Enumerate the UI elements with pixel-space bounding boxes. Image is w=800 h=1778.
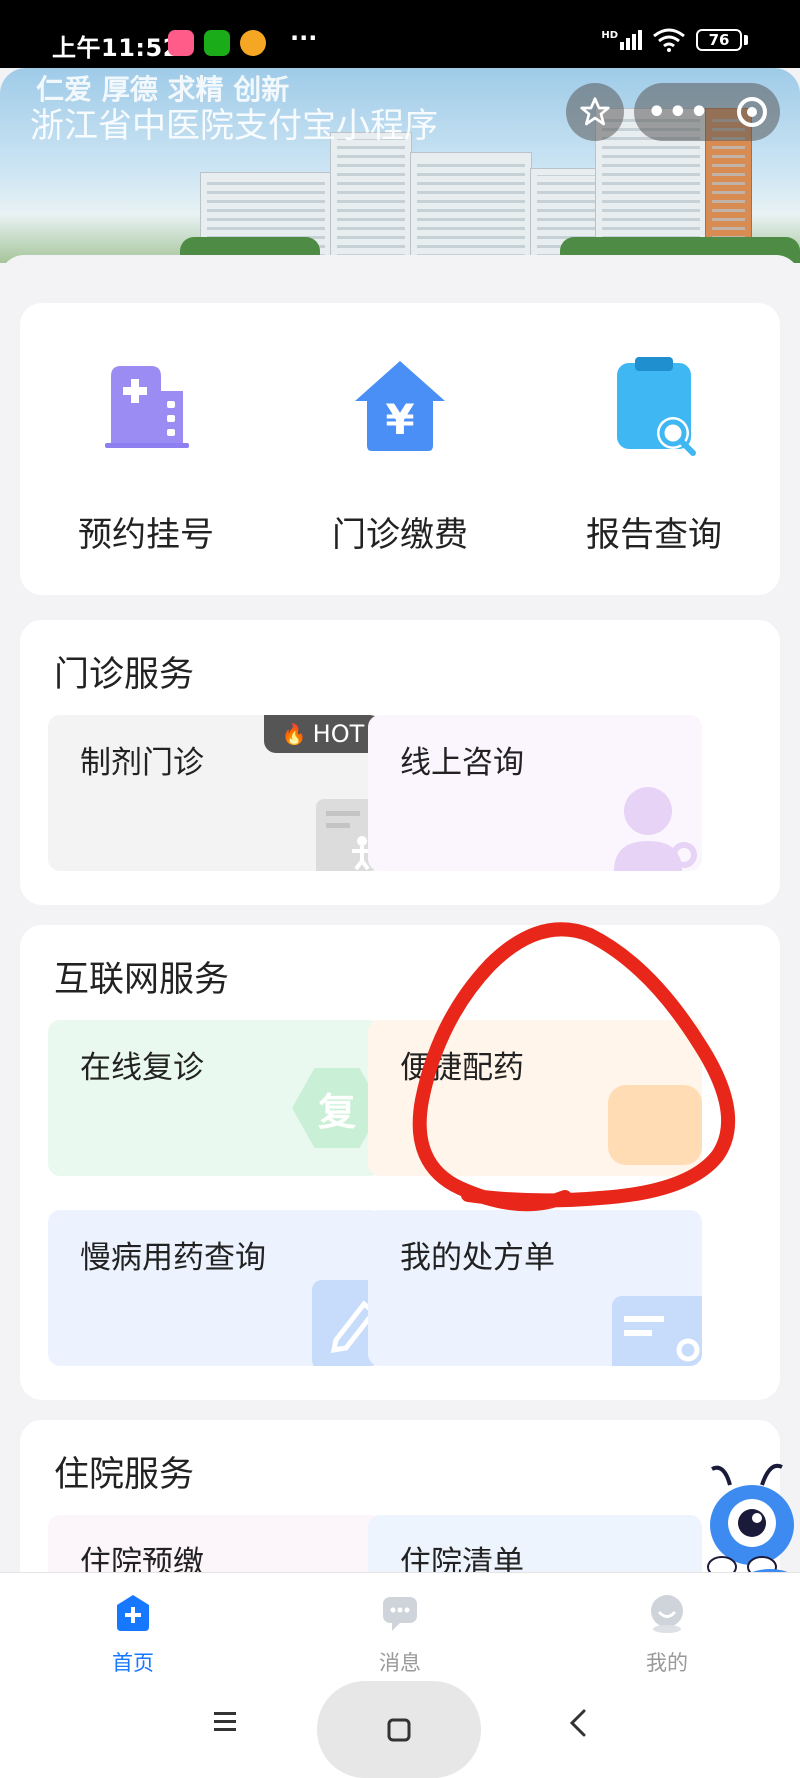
section-title-inpatient: 住院服务 — [54, 1455, 195, 1495]
more-notifications-icon: ··· — [290, 24, 318, 52]
tab-home[interactable]: 首页 — [73, 1593, 193, 1677]
outpatient-payment-label: 门诊缴费 — [332, 515, 468, 555]
hospital-banner: 仁爱 厚德 求精 创新 浙江省中医院支付宝小程序 ••• — [0, 68, 800, 263]
status-bar: 上午11:52 ··· HD 76 — [0, 0, 800, 68]
close-dot-icon — [746, 107, 757, 117]
bottom-tab-bar: 首页 消息 我的 — [0, 1572, 800, 1682]
wechat-icon — [204, 30, 230, 56]
home-button[interactable] — [317, 1681, 481, 1778]
profile-icon — [651, 1595, 683, 1633]
internet-services-card: 互联网服务 在线复诊 复 便捷配药 慢病用药查询 我的处方单 — [20, 925, 780, 1400]
mini-program-capsule: ••• — [566, 83, 780, 141]
more-options-button[interactable]: ••• — [647, 95, 711, 130]
chronic-medication-query-label: 慢病用药查询 — [80, 1240, 266, 1276]
quick-actions-card: 预约挂号 ¥ 门诊缴费 报告查询 — [20, 303, 780, 595]
online-revisit-tile[interactable]: 在线复诊 复 — [48, 1020, 382, 1176]
home-square-icon — [387, 1718, 411, 1741]
report-query-label: 报告查询 — [586, 515, 722, 555]
svg-text:¥: ¥ — [385, 395, 414, 444]
my-prescriptions-label: 我的处方单 — [400, 1240, 555, 1276]
hot-badge-label: HOT — [312, 720, 365, 748]
section-title-internet: 互联网服务 — [54, 960, 230, 1000]
inpatient-bill-list-label: 住院清单 — [400, 1545, 524, 1572]
outpatient-services-card: 门诊服务 制剂门诊 🔥 HOT 线上咨询 — [20, 620, 780, 905]
quick-dispensing-label: 便捷配药 — [400, 1050, 524, 1086]
weibo-icon — [240, 30, 266, 56]
online-consultation-label: 线上咨询 — [400, 745, 524, 781]
section-title-outpatient: 门诊服务 — [54, 655, 195, 695]
inpatient-prepayment-tile[interactable]: 住院预缴 — [48, 1515, 382, 1572]
wifi-icon — [653, 28, 685, 52]
message-icon — [383, 1597, 417, 1631]
tab-profile-label: 我的 — [646, 1651, 688, 1675]
online-revisit-label: 在线复诊 — [80, 1050, 204, 1086]
preparation-clinic-label: 制剂门诊 — [80, 745, 204, 781]
doctor-avatar-icon — [614, 787, 697, 871]
revisit-hexagon-label: 复 — [317, 1089, 356, 1134]
recent-apps-icon[interactable] — [212, 1709, 238, 1733]
main-content: 预约挂号 ¥ 门诊缴费 报告查询 门诊服务 制剂门诊 🔥 HOT 线上咨询 互联… — [0, 255, 800, 1572]
tab-messages[interactable]: 消息 — [340, 1593, 460, 1677]
chronic-medication-query-tile[interactable]: 慢病用药查询 — [48, 1210, 382, 1366]
back-icon[interactable] — [566, 1709, 590, 1737]
report-search-icon — [617, 357, 696, 456]
outpatient-payment-button[interactable]: ¥ 门诊缴费 — [300, 351, 500, 556]
status-time: 上午11:52 — [52, 34, 180, 62]
chat-bubble-icon — [608, 1085, 702, 1165]
hot-badge: 🔥 HOT — [264, 715, 382, 753]
yuan-house-icon: ¥ — [355, 361, 445, 451]
signal-icon: HD — [601, 30, 642, 50]
prescription-card-icon — [612, 1296, 702, 1366]
star-icon — [580, 97, 610, 126]
appointment-button[interactable]: 预约挂号 — [46, 351, 246, 556]
report-query-button[interactable]: 报告查询 — [554, 351, 754, 556]
quick-dispensing-tile[interactable]: 便捷配药 — [368, 1020, 702, 1176]
online-consultation-tile[interactable]: 线上咨询 — [368, 715, 702, 871]
inpatient-bill-list-tile[interactable]: 住院清单 — [368, 1515, 702, 1572]
tab-profile[interactable]: 我的 — [607, 1593, 727, 1677]
close-mini-program-button[interactable] — [736, 97, 767, 127]
my-prescriptions-tile[interactable]: 我的处方单 — [368, 1210, 702, 1366]
favorite-button[interactable] — [566, 83, 624, 141]
mini-program-title: 浙江省中医院支付宝小程序 — [30, 106, 438, 146]
home-icon — [117, 1595, 149, 1631]
tab-messages-label: 消息 — [379, 1651, 421, 1675]
ant-mascot-assistant[interactable] — [700, 1455, 800, 1572]
system-navigation-bar — [0, 1681, 800, 1778]
inpatient-services-card: 住院服务 住院预缴 住院清单 — [20, 1420, 780, 1572]
hospital-icon — [105, 366, 189, 448]
appointment-label: 预约挂号 — [78, 515, 214, 555]
preparation-clinic-tile[interactable]: 制剂门诊 🔥 HOT — [48, 715, 382, 871]
battery-icon: 76 — [696, 29, 742, 51]
signal-hd-label: HD — [601, 30, 618, 41]
flame-icon: 🔥 — [281, 722, 307, 746]
inpatient-prepayment-label: 住院预缴 — [80, 1545, 204, 1572]
tab-home-label: 首页 — [112, 1651, 154, 1675]
app-notification-icon — [168, 30, 194, 56]
